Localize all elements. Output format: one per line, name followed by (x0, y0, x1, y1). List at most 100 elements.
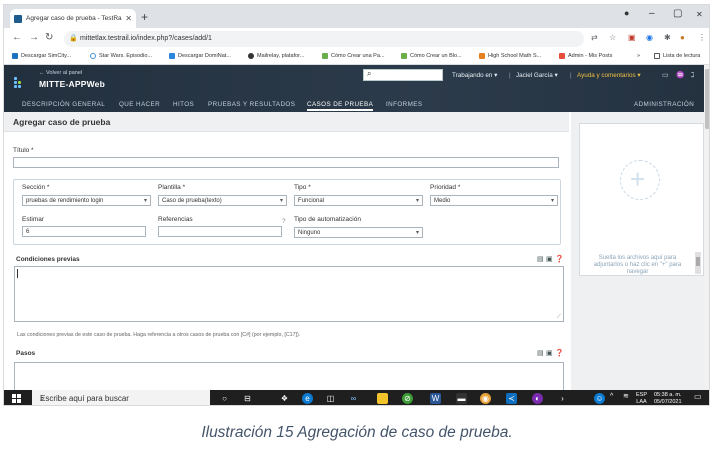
back-arrow-icon[interactable]: ← (12, 32, 22, 43)
bookmark-item[interactable]: Star Wars. Episodio... (90, 53, 152, 59)
bookmarks-more-button[interactable]: » (637, 53, 640, 59)
word-icon[interactable]: W (430, 393, 441, 404)
language-indicator[interactable]: ESP LAA (636, 392, 647, 405)
store-icon[interactable]: ◫ (325, 393, 336, 404)
header-search-input[interactable]: ⌕ (363, 69, 443, 81)
address-bar[interactable]: 🔒 mittetlax.testrail.io/index.php?/cases… (64, 31, 584, 47)
clock-date: 05/07/2021 (654, 398, 682, 405)
editor-help-icon[interactable]: ❓ (555, 255, 564, 263)
maximize-button[interactable]: ▢ (673, 8, 682, 19)
title-input[interactable] (13, 157, 559, 168)
vscode-icon[interactable]: ≺ (506, 393, 517, 404)
bookmark-item[interactable]: High School Math S... (479, 53, 541, 59)
user-menu[interactable]: Jaciel García ▾ (516, 72, 558, 79)
tab-close-icon[interactable]: ✕ (125, 14, 132, 23)
cortana-icon[interactable]: ○ (219, 393, 230, 404)
bookmarks-bar: Descargar SimCity... Star Wars. Episodio… (4, 50, 709, 65)
network-icon[interactable]: ≋ (623, 393, 629, 401)
editor-image-icon[interactable]: ▣ (546, 255, 553, 263)
bookmark-item[interactable]: Cómo Crear una Pa... (322, 53, 385, 59)
tab-todo[interactable]: QUE HACER (119, 101, 160, 108)
window-close-button[interactable]: ✕ (696, 10, 703, 19)
tray-chevron-up-icon[interactable]: ^ (610, 393, 613, 401)
type-select[interactable]: Funcional ▾ (294, 195, 423, 206)
tab-administration[interactable]: ADMINISTRACIÓN (634, 101, 694, 108)
dropbox-icon[interactable]: ❖ (279, 393, 290, 404)
tab-milestones[interactable]: HITOS (173, 101, 194, 108)
rss-icon[interactable]: ℷ (691, 71, 694, 79)
link-icon[interactable]: ∞ (348, 393, 359, 404)
taskbar-search-input[interactable]: ⌕ Escribe aquí para buscar (32, 390, 210, 405)
translate-icon[interactable]: ⇄ (591, 33, 598, 42)
references-help-icon[interactable]: ? (282, 218, 286, 225)
edge-icon[interactable]: e (302, 393, 313, 404)
windows-taskbar: ⌕ Escribe aquí para buscar ○ ⊟ ❖ e ◫ ∞ ⊘ … (4, 390, 709, 405)
tab-overview[interactable]: DESCRIPCIÓN GENERAL (22, 101, 105, 108)
star-icon[interactable]: ☆ (609, 33, 616, 42)
working-in-menu[interactable]: Trabajando en ▾ (452, 72, 497, 79)
twitter-icon[interactable]: ♒ (676, 71, 685, 79)
windows-start-icon[interactable] (12, 394, 21, 403)
people-icon[interactable]: ☺ (594, 393, 605, 404)
messages-icon[interactable]: ▭ (662, 71, 669, 79)
bookmark-item[interactable]: Descargar DomiNat... (169, 53, 231, 59)
bookmark-item[interactable]: Descargar SimCity... (12, 53, 71, 59)
browser-tabstrip: Agregar caso de prueba - TestRail ✕ + ● … (4, 5, 709, 28)
section-select[interactable]: pruebas de rendimiento login ▾ (22, 195, 151, 206)
reading-list-button[interactable]: Lista de lectura (654, 53, 700, 59)
estimate-input[interactable]: 6 (22, 226, 146, 237)
priority-select-value: Medio (434, 198, 451, 204)
tab-test-runs[interactable]: PRUEBAS Y RESULTADOS (208, 101, 295, 108)
tab-test-cases[interactable]: CASOS DE PRUEBA (307, 101, 374, 111)
figure: Agregar caso de prueba - TestRail ✕ + ● … (0, 0, 714, 457)
bookmark-item[interactable]: Admin - Mis Posts (559, 53, 612, 59)
minimize-button[interactable]: – (649, 8, 655, 19)
reload-icon[interactable]: ↻ (45, 32, 53, 43)
bookmark-label: Cómo Crear un Blo... (410, 53, 462, 59)
steps-textarea[interactable] (14, 362, 564, 390)
tab-reports[interactable]: INFORMES (386, 101, 422, 108)
template-select[interactable]: Caso de prueba(texto) ▾ (158, 195, 287, 206)
app-purple-icon[interactable]: ◐ (532, 393, 543, 404)
browser-menu-icon[interactable]: ⋮ (698, 33, 706, 42)
editor-table-icon[interactable]: ▤ (537, 349, 544, 357)
editor-table-icon[interactable]: ▤ (537, 255, 544, 263)
app-icon[interactable]: ⊘ (402, 393, 413, 404)
task-view-icon[interactable]: ⊟ (242, 393, 253, 404)
page-title: Agregar caso de prueba (4, 112, 569, 132)
avatar[interactable]: ● (680, 33, 685, 42)
extension-icon[interactable]: ▣ (628, 33, 636, 42)
bookmark-item[interactable]: Cómo Crear un Blo... (401, 53, 462, 59)
attachments-dropzone[interactable]: + Suelta los archivos aquí para adjuntar… (579, 123, 704, 276)
back-to-dashboard-link[interactable]: ← Volver al panel (39, 70, 82, 76)
terminal-prompt-icon[interactable]: › (557, 393, 568, 404)
resize-grip-icon[interactable]: ⟋ (557, 314, 561, 321)
testrail-logo-icon[interactable] (14, 77, 24, 88)
terminal-icon[interactable]: ▬ (456, 393, 467, 404)
priority-select[interactable]: Medio ▾ (430, 195, 558, 206)
notifications-icon[interactable]: ▭ (694, 393, 702, 401)
references-input[interactable] (158, 226, 282, 237)
automation-type-select[interactable]: Ninguno ▾ (294, 227, 423, 238)
editor-image-icon[interactable]: ▣ (546, 349, 553, 357)
estimate-label: Estimar (22, 216, 45, 223)
forward-arrow-icon[interactable]: → (29, 32, 39, 43)
editor-help-icon[interactable]: ❓ (555, 349, 564, 357)
add-attachment-icon[interactable]: + (620, 160, 660, 200)
bookmark-label: Descargar SimCity... (21, 53, 72, 59)
help-menu[interactable]: Ayuda y comentarios ▾ (577, 72, 641, 79)
chrome-icon[interactable]: ◉ (480, 393, 491, 404)
bookmark-item[interactable]: Mailrelay, platafor... (248, 53, 304, 59)
new-tab-button[interactable]: + (141, 10, 148, 24)
extension-vpn-icon[interactable]: ◉ (646, 33, 653, 42)
dropzone-scrollbar[interactable] (695, 252, 701, 274)
bookmark-label: Cómo Crear una Pa... (331, 53, 385, 59)
clock[interactable]: 05:38 a. m. 05/07/2021 (654, 392, 682, 405)
extensions-puzzle-icon[interactable]: ✱ (664, 33, 671, 42)
preconditions-textarea[interactable]: ⟋ (14, 266, 564, 322)
page-scrollbar[interactable] (704, 65, 709, 390)
profile-icon[interactable]: ● (624, 8, 629, 18)
file-explorer-icon[interactable] (377, 393, 388, 404)
browser-tab[interactable]: Agregar caso de prueba - TestRail ✕ (10, 9, 136, 28)
preconditions-help-text: Las condiciones previas de este caso de … (17, 332, 301, 338)
